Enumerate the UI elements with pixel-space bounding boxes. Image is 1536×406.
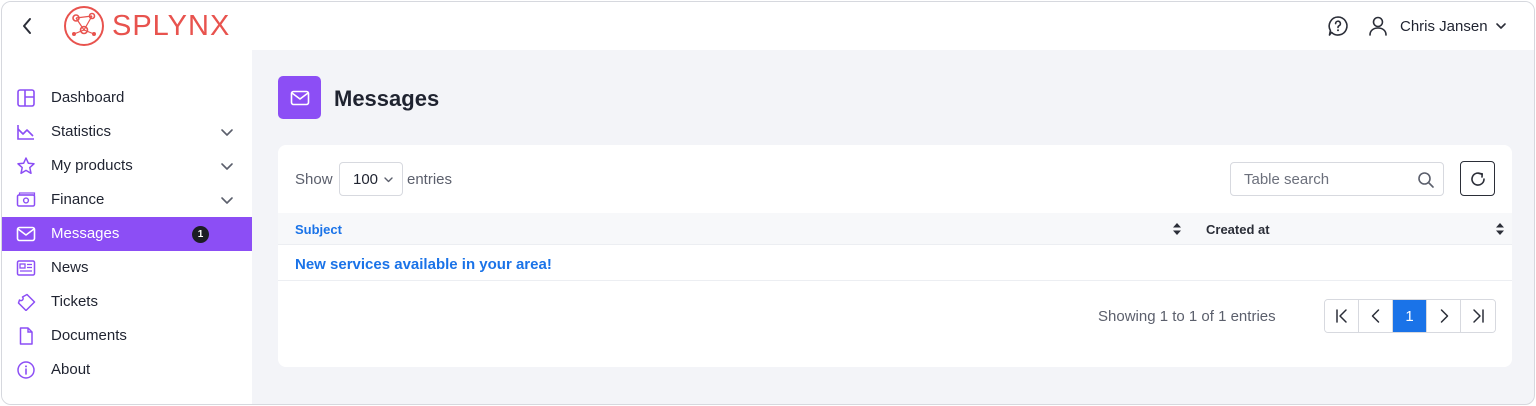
next-page-button[interactable]: [1427, 300, 1461, 332]
document-icon: [19, 327, 33, 345]
help-icon[interactable]: [1326, 14, 1350, 38]
entries-length-value: 100: [353, 170, 379, 188]
sidebar-item-news[interactable]: News: [2, 251, 252, 285]
sidebar-item-messages[interactable]: Messages 1: [2, 217, 252, 251]
user-name: Chris Jansen: [1400, 17, 1488, 35]
table-search-box[interactable]: [1230, 162, 1444, 196]
star-icon: [17, 157, 35, 175]
sidebar-item-statistics[interactable]: Statistics: [2, 115, 252, 149]
app-window: SPLYNX Chris Jansen Dashboard Statistics…: [1, 1, 1535, 405]
chevron-right-icon: [1440, 309, 1448, 323]
first-page-button[interactable]: [1325, 300, 1359, 332]
back-icon[interactable]: [16, 14, 38, 38]
newspaper-icon: [16, 260, 36, 276]
sidebar-item-label: Statistics: [51, 123, 112, 140]
envelope-icon: [290, 90, 309, 105]
sidebar-item-label: About: [51, 361, 91, 378]
last-page-icon: [1473, 309, 1484, 323]
page-title: Messages: [334, 86, 440, 111]
sidebar-item-label: Dashboard: [51, 89, 125, 106]
table-search-input[interactable]: [1244, 171, 1404, 188]
previous-page-button[interactable]: [1359, 300, 1393, 332]
sidebar-item-tickets[interactable]: Tickets: [2, 285, 252, 319]
sidebar-item-about[interactable]: About: [2, 353, 252, 387]
first-page-icon: [1335, 309, 1347, 323]
message-subject-link[interactable]: New services available in your area!: [295, 256, 552, 273]
chevron-down-icon: [221, 197, 233, 204]
sidebar-item-label: Tickets: [51, 293, 98, 310]
info-icon: [17, 361, 35, 379]
chevron-down-icon: [384, 177, 393, 183]
splynx-logo[interactable]: SPLYNX: [62, 4, 230, 48]
pagination: 1: [1324, 299, 1496, 333]
user-menu[interactable]: Chris Jansen: [1368, 12, 1508, 40]
logo-text: SPLYNX: [112, 9, 231, 42]
table-row: New services available in your area!: [278, 245, 1512, 281]
chevron-down-icon: [1495, 23, 1506, 29]
unread-count-badge: 1: [192, 226, 209, 243]
money-icon: [16, 192, 36, 207]
chevron-down-icon: [221, 163, 233, 170]
sidebar-item-finance[interactable]: Finance: [2, 183, 252, 217]
messages-table-card: Show 100 entries Subject Created at New …: [278, 145, 1512, 367]
chart-icon: [17, 125, 34, 140]
sidebar-item-label: Finance: [51, 191, 105, 208]
sort-icon[interactable]: [1495, 222, 1505, 236]
show-label: Show: [295, 171, 333, 188]
column-header-subject[interactable]: Subject: [295, 222, 342, 237]
envelope-icon: [16, 226, 36, 242]
page-button-current[interactable]: 1: [1393, 300, 1427, 332]
dashboard-icon: [17, 89, 35, 107]
sidebar-item-dashboard[interactable]: Dashboard: [2, 81, 252, 115]
last-page-button[interactable]: [1461, 300, 1495, 332]
ticket-icon: [17, 293, 36, 311]
sidebar-item-documents[interactable]: Documents: [2, 319, 252, 353]
pagination-info: Showing 1 to 1 of 1 entries: [1098, 308, 1276, 325]
entries-label: entries: [407, 171, 453, 188]
top-bar: SPLYNX Chris Jansen: [2, 2, 1534, 50]
user-icon: [1369, 16, 1387, 36]
page-header-icon: [278, 76, 321, 119]
entries-length-select[interactable]: 100: [339, 162, 403, 196]
sidebar-item-my-products[interactable]: My products: [2, 149, 252, 183]
sidebar: Dashboard Statistics My products Finance…: [2, 50, 252, 404]
chevron-left-icon: [1371, 309, 1379, 323]
sidebar-item-label: My products: [51, 157, 133, 174]
sidebar-item-label: Messages: [51, 225, 120, 242]
sidebar-item-label: Documents: [51, 327, 127, 344]
logo-mark-icon: [64, 6, 104, 46]
table-header: Subject Created at: [278, 213, 1512, 245]
column-header-created-at[interactable]: Created at: [1206, 222, 1270, 237]
search-icon[interactable]: [1417, 171, 1435, 189]
chevron-down-icon: [221, 129, 233, 136]
refresh-icon: [1470, 171, 1485, 186]
sort-icon[interactable]: [1172, 222, 1182, 236]
refresh-button[interactable]: [1460, 161, 1495, 196]
sidebar-item-label: News: [51, 259, 89, 276]
